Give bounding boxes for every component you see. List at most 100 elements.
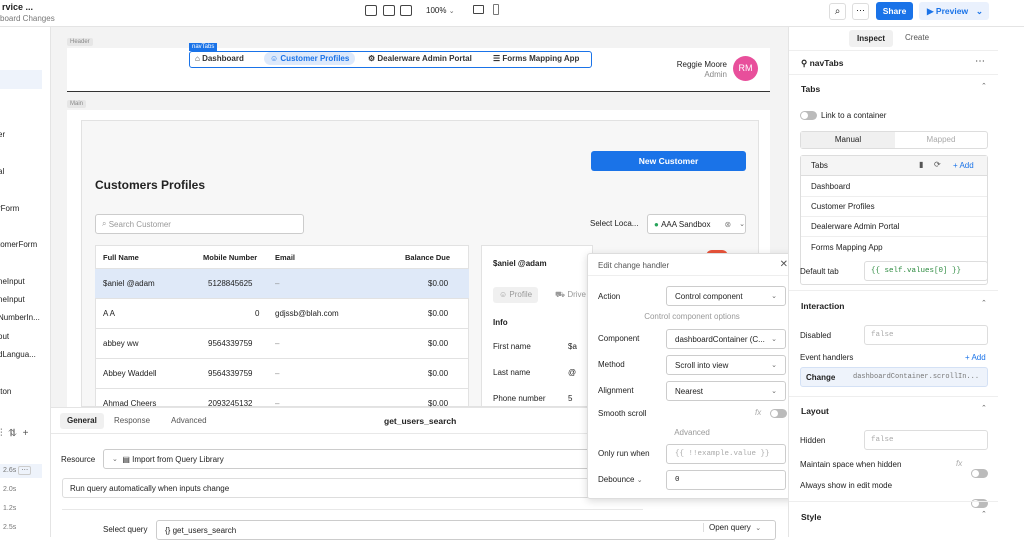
- select-query-input[interactable]: {} get_users_search: [156, 520, 776, 540]
- more-icon[interactable]: ⋯: [852, 3, 869, 20]
- left-panel-toggle-icon[interactable]: [365, 5, 377, 16]
- tree-item[interactable]: neInput: [0, 295, 25, 304]
- tree-item[interactable]: neInput: [0, 277, 25, 286]
- table-row[interactable]: [95, 328, 469, 358]
- method-select[interactable]: Scroll into view ⌄: [666, 355, 786, 375]
- maintain-space-toggle[interactable]: [971, 469, 988, 478]
- interaction-section-title[interactable]: Interaction: [801, 301, 844, 311]
- filter-icon[interactable]: ⫶ ⇅ +: [0, 428, 28, 439]
- options-divider: Control component options: [644, 312, 740, 321]
- close-icon[interactable]: ✕: [780, 259, 788, 270]
- clear-icon[interactable]: ⊗: [724, 220, 731, 229]
- delete-icon[interactable]: ▮: [919, 160, 923, 169]
- location-select[interactable]: ● AAA Sandbox ⊗ ⌄: [647, 214, 746, 234]
- style-section-title[interactable]: Style: [801, 512, 821, 522]
- tree-item[interactable]: rForm: [0, 204, 19, 213]
- query-timing[interactable]: 2.5s: [3, 524, 16, 531]
- column-header[interactable]: Full Name: [103, 253, 139, 262]
- tab-list-item[interactable]: Customer Profiles: [811, 202, 875, 211]
- column-header[interactable]: Mobile Number: [203, 253, 257, 262]
- play-icon: ▶: [927, 6, 934, 16]
- default-tab-input[interactable]: {{ self.values[0] }}: [864, 261, 988, 281]
- cell-email: –: [275, 369, 280, 378]
- layout-section-title[interactable]: Layout: [801, 406, 829, 416]
- open-query-button[interactable]: Open query ⌄: [703, 523, 761, 532]
- selected-tree-item[interactable]: [0, 70, 42, 89]
- nav-tab-dealerware[interactable]: ⚙ Dealerware Admin Portal: [368, 54, 472, 63]
- tab-list-item[interactable]: Dashboard: [811, 182, 850, 191]
- nav-tab-customer-profiles[interactable]: ☺ Customer Profiles: [264, 52, 356, 65]
- tab-list-item[interactable]: Dealerware Admin Portal: [811, 222, 899, 231]
- tree-item[interactable]: tton: [0, 387, 11, 396]
- query-timing[interactable]: 2.6s ⋯: [0, 464, 42, 478]
- more-icon[interactable]: ⋯: [975, 56, 985, 67]
- tree-item[interactable]: NumberIn...: [0, 313, 40, 322]
- column-header[interactable]: Email: [275, 253, 295, 262]
- tab-advanced[interactable]: Advanced: [171, 416, 207, 425]
- component-select[interactable]: dashboardContainer (C... ⌄: [666, 329, 786, 349]
- fx-icon[interactable]: fx: [956, 459, 962, 468]
- query-timing[interactable]: 1.2s: [3, 505, 16, 512]
- debounce-input[interactable]: 0: [666, 470, 786, 490]
- link-container-toggle[interactable]: [800, 111, 817, 120]
- nav-tab-forms-mapping[interactable]: ☰ Forms Mapping App: [493, 54, 579, 63]
- profile-tab[interactable]: ☺ Profile: [493, 287, 539, 303]
- car-icon: ⛟: [555, 290, 566, 299]
- mapped-option[interactable]: Mapped: [895, 132, 987, 148]
- bottom-panel-toggle-icon[interactable]: [383, 5, 395, 16]
- resource-select[interactable]: ⌄ ▤ Import from Query Library: [103, 449, 643, 469]
- people-icon: ☺: [270, 54, 279, 63]
- search-icon[interactable]: ⌕: [829, 3, 846, 20]
- query-timing[interactable]: 2.0s: [3, 486, 16, 493]
- chevron-up-icon[interactable]: ⌃: [981, 510, 987, 518]
- preview-button[interactable]: ▶ Preview ⌄: [919, 2, 989, 20]
- chevron-up-icon[interactable]: ⌃: [981, 299, 987, 307]
- disabled-input[interactable]: false: [864, 325, 988, 345]
- nav-tab-dashboard[interactable]: ⌂ Dashboard: [195, 54, 244, 63]
- tab-create[interactable]: Create: [905, 33, 929, 42]
- method-label: Method: [598, 360, 625, 369]
- debounce-label: Debounce ⌄: [598, 475, 643, 484]
- alignment-select[interactable]: Nearest ⌄: [666, 381, 786, 401]
- tab-list-item[interactable]: Forms Mapping App: [811, 243, 883, 252]
- tree-item[interactable]: out: [0, 332, 9, 341]
- tree-item[interactable]: tomerForm: [0, 240, 37, 249]
- run-mode-select[interactable]: Run query automatically when inputs chan…: [62, 478, 643, 498]
- driver-tab[interactable]: ⛟ Drive: [555, 290, 586, 300]
- tree-item[interactable]: er: [0, 130, 5, 139]
- search-input[interactable]: ⌕ Search Customer: [95, 214, 304, 234]
- chevron-up-icon[interactable]: ⌃: [981, 82, 987, 90]
- share-button[interactable]: Share: [876, 2, 913, 20]
- tab-response[interactable]: Response: [114, 416, 150, 425]
- event-handler-row[interactable]: Change dashboardContainer.scrollIn...: [800, 367, 988, 387]
- chevron-up-icon[interactable]: ⌃: [981, 404, 987, 412]
- zoom-level[interactable]: 100% ⌄: [426, 6, 455, 15]
- chevron-down-icon[interactable]: ⌄: [739, 220, 745, 228]
- fx-icon[interactable]: fx: [755, 408, 761, 417]
- link-icon[interactable]: ⟳: [934, 160, 941, 169]
- advanced-divider: Advanced: [674, 428, 710, 437]
- divider: [789, 74, 998, 75]
- tree-item[interactable]: dLangua...: [0, 350, 36, 359]
- tabs-section-title[interactable]: Tabs: [801, 84, 820, 94]
- hidden-input[interactable]: false: [864, 430, 988, 450]
- chevron-down-icon: ⌄: [975, 6, 983, 16]
- column-header[interactable]: Balance Due: [405, 253, 450, 262]
- add-handler-button[interactable]: + Add: [965, 353, 986, 362]
- tab-inspect[interactable]: Inspect: [849, 30, 894, 47]
- right-panel-toggle-icon[interactable]: [400, 5, 412, 16]
- action-select[interactable]: Control component ⌄: [666, 286, 786, 306]
- only-run-input[interactable]: {{ !!example.value }}: [666, 444, 786, 464]
- tab-general[interactable]: General: [60, 413, 104, 429]
- smooth-scroll-toggle[interactable]: [770, 409, 787, 418]
- desktop-icon[interactable]: [473, 5, 484, 14]
- add-tab-button[interactable]: + Add: [953, 161, 974, 170]
- navtabs-component[interactable]: ⌂ Dashboard ☺ Customer Profiles ⚙ Dealer…: [189, 51, 592, 68]
- mobile-icon[interactable]: [493, 4, 499, 15]
- manual-option[interactable]: Manual: [801, 132, 895, 148]
- avatar[interactable]: RM: [733, 56, 758, 81]
- chevron-down-icon[interactable]: ⌄: [637, 477, 643, 484]
- tree-item[interactable]: al: [0, 167, 4, 176]
- new-customer-button[interactable]: New Customer: [591, 151, 746, 171]
- more-icon[interactable]: ⋯: [18, 466, 32, 475]
